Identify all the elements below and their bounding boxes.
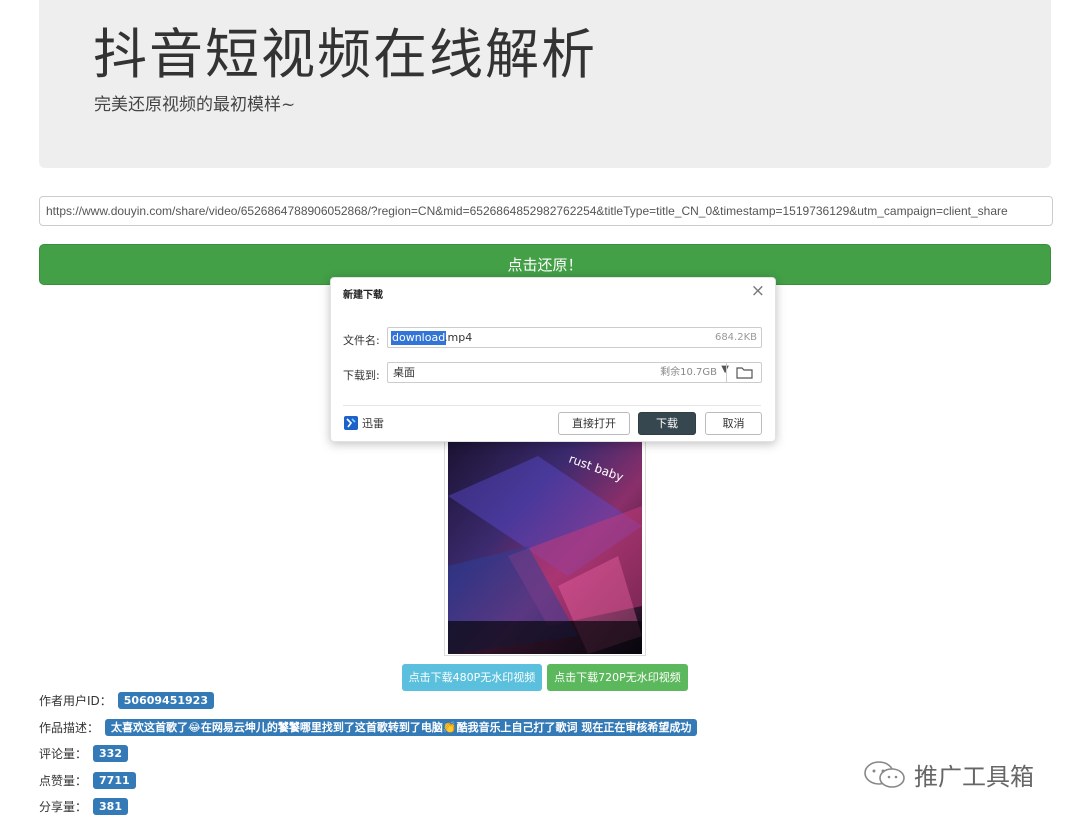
xunlei-brand: 迅雷 xyxy=(344,415,384,431)
likes-row: 点赞量： 7711 xyxy=(39,772,136,789)
comments-badge: 332 xyxy=(93,745,128,762)
description-badge: 太喜欢这首歌了😂在网易云坤儿的饕饕哪里找到了这首歌转到了电脑👏酷我音乐上自己打了… xyxy=(105,719,698,736)
filename-selected-text: download xyxy=(391,331,447,345)
wechat-watermark: 推广工具箱 xyxy=(862,757,1034,792)
likes-badge: 7711 xyxy=(93,772,136,789)
close-icon[interactable]: × xyxy=(751,281,765,301)
xunlei-brand-name: 迅雷 xyxy=(362,417,384,430)
save-location-value: 桌面 xyxy=(393,366,415,379)
cancel-button[interactable]: 取消 xyxy=(705,412,762,435)
video-preview[interactable]: rust baby xyxy=(444,432,646,656)
watermark-text: 推广工具箱 xyxy=(914,763,1034,791)
folder-icon xyxy=(736,367,753,379)
xunlei-logo-icon xyxy=(344,416,358,430)
dialog-divider xyxy=(343,405,761,406)
author-id-badge: 50609451923 xyxy=(117,692,214,709)
shares-row: 分享量： 381 xyxy=(39,798,128,815)
filename-input[interactable]: download .mp4 684.2KB xyxy=(387,327,762,348)
download-480p-button[interactable]: 点击下载480P无水印视频 xyxy=(402,664,542,691)
author-id-label: 作者用户ID： xyxy=(39,694,112,708)
shares-badge: 381 xyxy=(93,798,128,815)
filename-extension: .mp4 xyxy=(444,331,473,344)
comments-label: 评论量： xyxy=(39,747,88,761)
page-title: 抖音短视频在线解析 xyxy=(93,23,597,86)
dialog-title: 新建下载 xyxy=(343,290,383,301)
comments-row: 评论量： 332 xyxy=(39,745,128,762)
save-to-label: 下载到: xyxy=(343,369,380,382)
video-thumbnail-image: rust baby xyxy=(448,436,642,654)
download-720p-button[interactable]: 点击下载720P无水印视频 xyxy=(547,664,688,691)
author-id-row: 作者用户ID： 50609451923 xyxy=(39,692,214,709)
likes-label: 点赞量： xyxy=(39,774,88,788)
new-download-dialog: 新建下载 × 文件名: download .mp4 684.2KB 下载到: 桌… xyxy=(330,277,776,442)
file-size: 684.2KB xyxy=(714,332,757,343)
wechat-icon xyxy=(864,760,905,788)
description-label: 作品描述： xyxy=(39,721,100,735)
filename-label: 文件名: xyxy=(343,334,380,347)
shares-label: 分享量： xyxy=(39,800,88,814)
description-row: 作品描述： 太喜欢这首歌了😂在网易云坤儿的饕饕哪里找到了这首歌转到了电脑👏酷我音… xyxy=(39,719,698,736)
browse-folder-button[interactable] xyxy=(726,362,761,383)
free-space-text: 剩余10.7GB xyxy=(660,367,717,378)
header-jumbotron: 抖音短视频在线解析 完美还原视频的最初模样~ xyxy=(39,0,1051,168)
video-url-input[interactable] xyxy=(39,196,1053,226)
open-directly-button[interactable]: 直接打开 xyxy=(558,412,630,435)
save-location-select[interactable]: 桌面 剩余10.7GB ▼ xyxy=(387,362,762,383)
page-subtitle: 完美还原视频的最初模样~ xyxy=(94,95,296,115)
download-button[interactable]: 下载 xyxy=(638,412,696,435)
